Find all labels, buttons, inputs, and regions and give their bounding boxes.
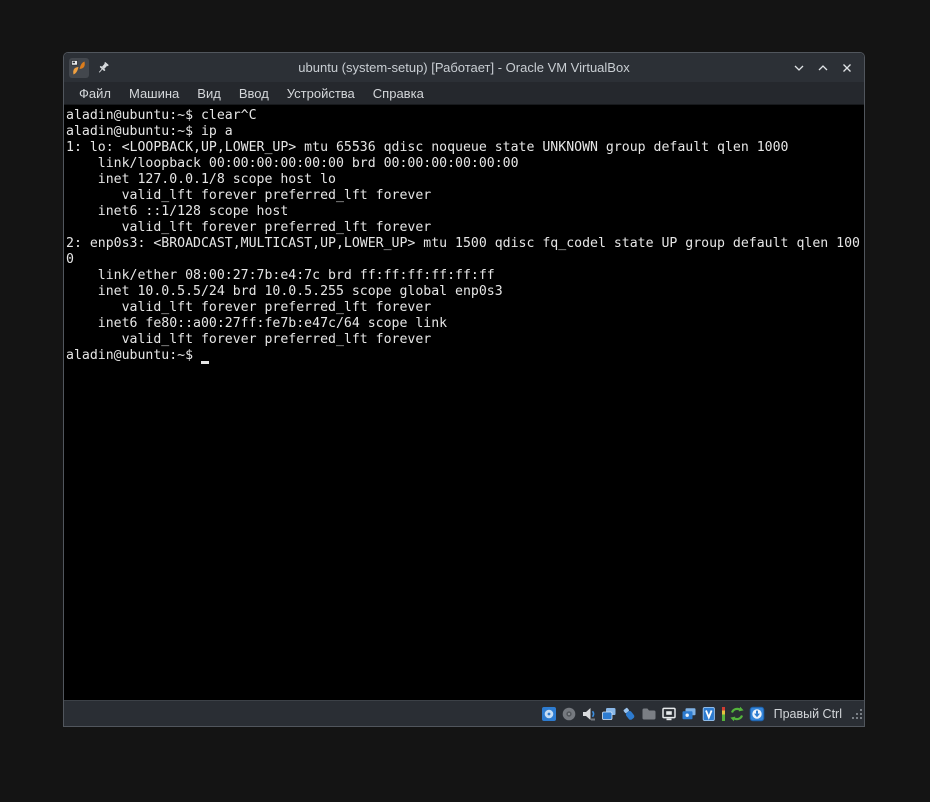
window-title: ubuntu (system-setup) [Работает] - Oracl… — [64, 60, 864, 75]
maximize-icon[interactable] — [816, 61, 829, 74]
menu-input[interactable]: Ввод — [230, 84, 278, 103]
keyboard-capture-icon[interactable] — [749, 705, 766, 722]
minimize-icon[interactable] — [792, 61, 805, 74]
guest-console[interactable]: aladin@ubuntu:~$ clear^C aladin@ubuntu:~… — [64, 105, 864, 700]
activity-indicator — [722, 707, 725, 721]
features-icon[interactable] — [701, 705, 718, 722]
statusbar: Правый Ctrl — [64, 700, 864, 726]
close-icon[interactable] — [840, 61, 853, 74]
usb-icon[interactable] — [621, 705, 638, 722]
console-prompt-line: aladin@ubuntu:~$ — [66, 348, 864, 364]
pin-icon — [96, 61, 110, 75]
titlebar[interactable]: ubuntu (system-setup) [Работает] - Oracl… — [64, 53, 864, 82]
recording-icon[interactable] — [681, 705, 698, 722]
menu-view[interactable]: Вид — [188, 84, 230, 103]
virtualbox-vm-window: ubuntu (system-setup) [Работает] - Oracl… — [63, 52, 865, 727]
shared-folders-icon[interactable] — [641, 705, 658, 722]
hard-disks-icon[interactable] — [541, 705, 558, 722]
menu-help[interactable]: Справка — [364, 84, 433, 103]
menu-devices[interactable]: Устройства — [278, 84, 364, 103]
menu-file[interactable]: Файл — [70, 84, 120, 103]
resize-grip-icon[interactable] — [850, 707, 863, 725]
terminal-cursor — [201, 349, 209, 364]
console-output: aladin@ubuntu:~$ clear^C aladin@ubuntu:~… — [66, 108, 864, 348]
audio-icon[interactable] — [581, 705, 598, 722]
network-icon[interactable] — [601, 705, 618, 722]
menubar: Файл Машина Вид Ввод Устройства Справка — [64, 82, 864, 105]
mouse-integration-icon[interactable] — [729, 705, 746, 722]
console-prompt: aladin@ubuntu:~$ — [66, 348, 201, 363]
host-key-label: Правый Ctrl — [774, 707, 842, 721]
virtualbox-vm-icon[interactable] — [69, 58, 89, 78]
optical-drives-icon[interactable] — [561, 705, 578, 722]
display-icon[interactable] — [661, 705, 678, 722]
menu-machine[interactable]: Машина — [120, 84, 188, 103]
